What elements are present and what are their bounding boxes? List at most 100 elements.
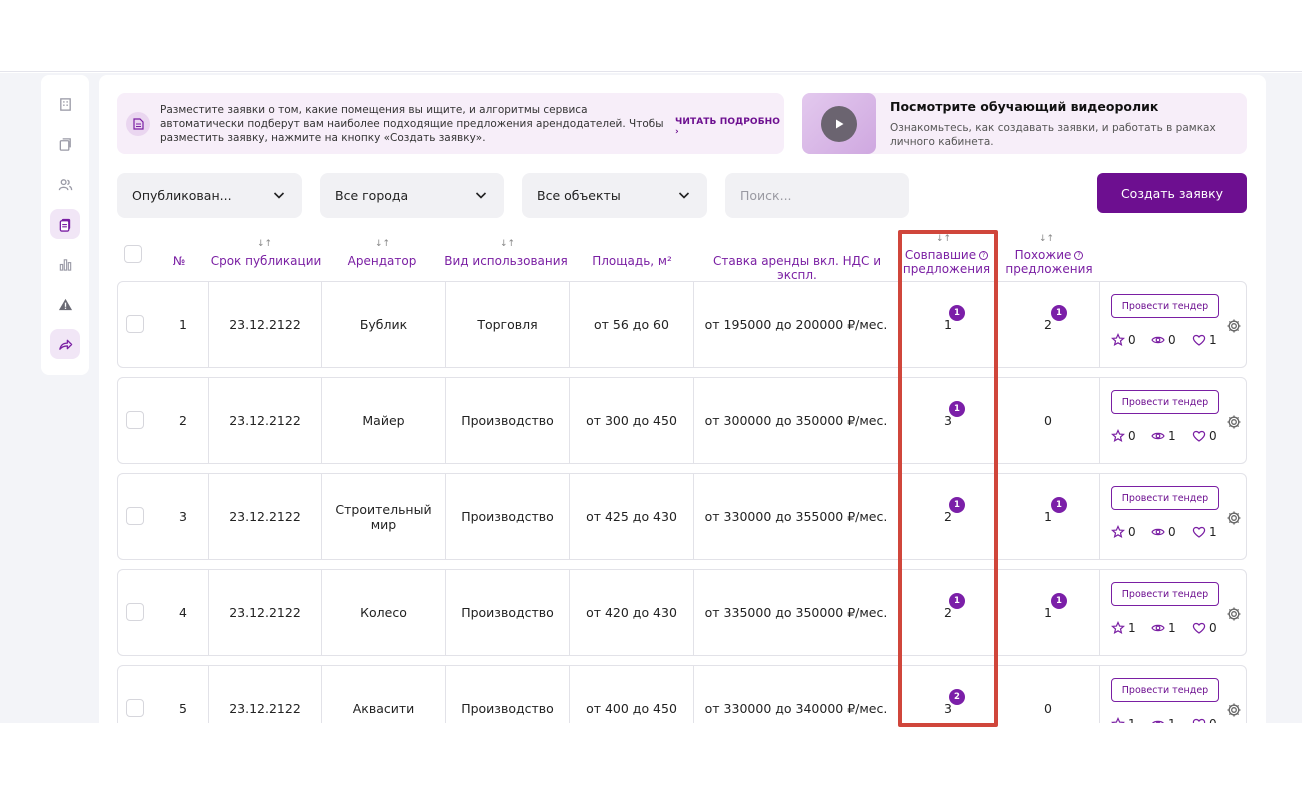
cell-num: 5 (179, 701, 187, 716)
sidebar-item-warnings[interactable] (50, 289, 80, 319)
table-row[interactable]: 2 23.12.2122 Майер Производство от 300 д… (117, 377, 1247, 464)
table-row[interactable]: 3 23.12.2122 Строительный мир Производст… (117, 473, 1247, 560)
sort-icon[interactable]: ↓↑ (375, 239, 390, 249)
create-request-button[interactable]: Создать заявку (1097, 173, 1247, 213)
cell-similar[interactable]: 0 (998, 666, 1098, 723)
cell-similar[interactable]: 2 (998, 282, 1098, 367)
sort-icon[interactable]: ↓↑ (500, 239, 515, 249)
column-divider (1099, 282, 1100, 367)
row-stats: 0 1 0 (1111, 429, 1221, 445)
cell-rate: от 300000 до 350000 ₽/мес. (693, 378, 898, 463)
star-icon (1111, 333, 1125, 347)
stars-stat[interactable]: 0 (1111, 333, 1136, 347)
object-select[interactable]: Все объекты (522, 173, 707, 218)
row-checkbox[interactable] (126, 315, 144, 333)
sidebar-item-requests[interactable] (50, 209, 80, 239)
cell-num: 1 (179, 317, 187, 332)
similar-badge: 1 (1051, 497, 1067, 513)
row-checkbox[interactable] (126, 603, 144, 621)
help-icon[interactable]: ? (979, 251, 989, 260)
gear-icon[interactable] (1226, 702, 1242, 718)
cell-tenant: Аквасити (321, 666, 445, 723)
views-count: 1 (1168, 621, 1176, 635)
similar-count: 0 (1044, 701, 1052, 716)
tender-button[interactable]: Провести тендер (1111, 486, 1219, 510)
search-input[interactable]: Поиск... (725, 173, 909, 218)
sort-icon[interactable]: ↓↑ (1039, 234, 1054, 244)
similar-count: 2 (1044, 317, 1052, 332)
similar-count: 1 (1044, 605, 1052, 620)
chevron-down-icon (678, 192, 690, 199)
status-select[interactable]: Опубликован... (117, 173, 302, 218)
cell-matched[interactable]: 3 (898, 378, 998, 463)
cell-similar[interactable]: 1 (998, 474, 1098, 559)
cell-matched[interactable]: 1 (898, 282, 998, 367)
row-stats: 0 0 1 (1111, 333, 1221, 349)
tender-button[interactable]: Провести тендер (1111, 294, 1219, 318)
play-icon[interactable] (821, 105, 857, 142)
gear-icon[interactable] (1226, 318, 1242, 334)
chevron-down-icon (273, 192, 285, 199)
gear-icon[interactable] (1226, 414, 1242, 430)
stars-stat[interactable]: 0 (1111, 525, 1136, 539)
sort-icon[interactable]: ↓↑ (257, 239, 272, 249)
sidebar-item-documents[interactable] (50, 129, 80, 159)
row-checkbox[interactable] (126, 411, 144, 429)
likes-stat[interactable]: 0 (1192, 621, 1217, 635)
table-row[interactable]: 4 23.12.2122 Колесо Производство от 420 … (117, 569, 1247, 656)
row-checkbox[interactable] (126, 507, 144, 525)
cell-num: 4 (179, 605, 187, 620)
column-use[interactable]: Вид использования (442, 254, 570, 268)
city-select[interactable]: Все города (320, 173, 504, 218)
read-more-link[interactable]: ЧИТАТЬ ПОДРОБНО › (675, 117, 784, 137)
tender-button[interactable]: Провести тендер (1111, 678, 1219, 702)
city-select-value: Все города (335, 188, 409, 203)
cell-similar[interactable]: 0 (998, 378, 1098, 463)
column-similar[interactable]: Похожие? предложения (999, 248, 1099, 276)
tender-button[interactable]: Провести тендер (1111, 582, 1219, 606)
column-tenant[interactable]: Арендатор (331, 254, 433, 268)
cell-area: от 400 до 450 (569, 666, 693, 723)
gear-icon[interactable] (1226, 606, 1242, 622)
table-row[interactable]: 5 23.12.2122 Аквасити Производство от 40… (117, 665, 1247, 723)
similar-count: 0 (1044, 413, 1052, 428)
row-stats: 1 1 0 (1111, 621, 1221, 637)
table-row[interactable]: 1 23.12.2122 Бублик Торговля от 56 до 60… (117, 281, 1247, 368)
video-thumbnail[interactable] (802, 93, 876, 154)
column-divider (1099, 570, 1100, 655)
select-all-checkbox[interactable] (124, 245, 142, 263)
views-stat: 1 (1151, 429, 1176, 443)
tender-button[interactable]: Провести тендер (1111, 390, 1219, 414)
gear-icon[interactable] (1226, 510, 1242, 526)
column-matched-line2: предложения (902, 262, 991, 276)
cell-similar[interactable]: 1 (998, 570, 1098, 655)
sort-icon[interactable]: ↓↑ (936, 234, 951, 244)
sidebar-item-users[interactable] (50, 169, 80, 199)
sidebar-item-share[interactable] (50, 329, 80, 359)
stars-stat[interactable]: 0 (1111, 429, 1136, 443)
likes-stat[interactable]: 0 (1192, 429, 1217, 443)
column-num: № (172, 254, 186, 268)
column-matched-line1: Совпавшие (904, 248, 977, 262)
likes-stat[interactable]: 1 (1192, 525, 1217, 539)
help-icon[interactable]: ? (1074, 251, 1084, 260)
cell-rate: от 330000 до 340000 ₽/мес. (693, 666, 898, 723)
cell-tenant: Майер (321, 378, 445, 463)
row-checkbox[interactable] (126, 699, 144, 717)
matched-count: 2 (944, 605, 952, 620)
similar-badge: 1 (1051, 305, 1067, 321)
sidebar-item-analytics[interactable] (50, 249, 80, 279)
column-date[interactable]: Срок публикации (207, 254, 325, 268)
column-matched[interactable]: Совпавшие? предложения (899, 248, 994, 276)
search-placeholder: Поиск... (740, 188, 792, 203)
matched-count: 1 (944, 317, 952, 332)
sidebar-item-buildings[interactable] (50, 89, 80, 119)
stars-stat[interactable]: 1 (1111, 621, 1136, 635)
cell-matched[interactable]: 2 (898, 570, 998, 655)
cell-matched[interactable]: 3 (898, 666, 998, 723)
video-banner[interactable]: Посмотрите обучающий видеоролик Ознакомь… (802, 93, 1247, 154)
cell-matched[interactable]: 2 (898, 474, 998, 559)
main-panel: Разместите заявки о том, какие помещения… (99, 75, 1266, 723)
cell-rate: от 330000 до 355000 ₽/мес. (693, 474, 898, 559)
likes-stat[interactable]: 1 (1192, 333, 1217, 347)
